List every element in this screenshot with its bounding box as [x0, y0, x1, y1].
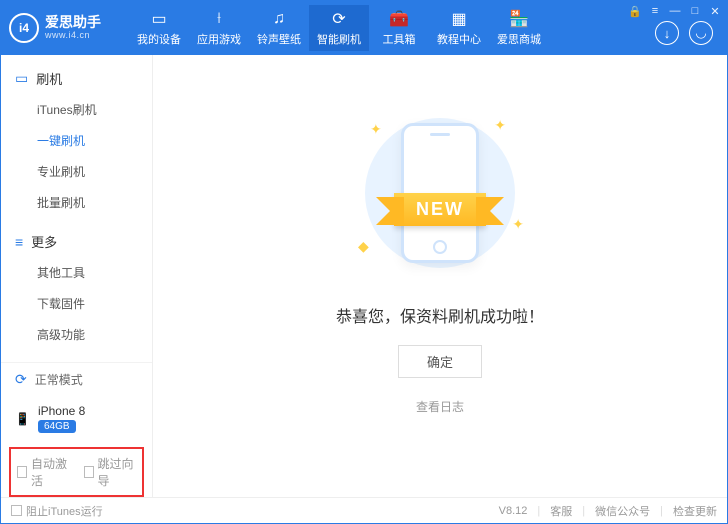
sidebar-item[interactable]: 批量刷机	[1, 187, 152, 218]
nav-icon: ▭	[129, 9, 189, 29]
support-link[interactable]: 客服	[550, 503, 572, 519]
nav-label: 铃声壁纸	[249, 31, 309, 47]
sidebar-mode[interactable]: ⟳ 正常模式	[1, 362, 152, 396]
main-panel: ✦ ✦ ◆ ✦ NEW 恭喜您，保资料刷机成功啦！ 确定 查看日志	[153, 55, 727, 497]
nav-6[interactable]: 🏪 爱思商城	[489, 5, 549, 51]
nav-3[interactable]: ⟳ 智能刷机	[309, 5, 369, 51]
top-nav: ▭ 我的设备⟊ 应用游戏♫ 铃声壁纸⟳ 智能刷机🧰 工具箱▦ 教程中心🏪 爱思商城	[129, 5, 655, 51]
nav-2[interactable]: ♫ 铃声壁纸	[249, 5, 309, 51]
nav-label: 爱思商城	[489, 31, 549, 47]
ok-button[interactable]: 确定	[398, 345, 482, 378]
nav-icon: ♫	[249, 9, 309, 29]
mode-label: 正常模式	[35, 371, 83, 388]
refresh-icon: ⟳	[15, 371, 27, 388]
device-storage-badge: 64GB	[38, 420, 76, 433]
menu-icon[interactable]: ≡	[649, 5, 661, 17]
sidebar-item[interactable]: 高级功能	[1, 319, 152, 350]
device-name: iPhone 8	[38, 404, 85, 418]
nav-icon: 🏪	[489, 9, 549, 29]
nav-label: 教程中心	[429, 31, 489, 47]
close-icon[interactable]: ✕	[709, 5, 721, 17]
logo-area: i4 爱思助手 www.i4.cn	[9, 13, 129, 43]
block-itunes-checkbox[interactable]: 阻止iTunes运行	[11, 503, 103, 519]
highlighted-options: 自动激活 跳过向导	[9, 447, 144, 497]
nav-label: 我的设备	[129, 31, 189, 47]
sidebar: ▭刷机iTunes刷机一键刷机专业刷机批量刷机 ≡更多其他工具下载固件高级功能 ⟳…	[1, 55, 153, 497]
sidebar-device[interactable]: 📱 iPhone 8 64GB	[1, 396, 152, 441]
nav-label: 工具箱	[369, 31, 429, 47]
nav-label: 智能刷机	[309, 31, 369, 47]
sidebar-item[interactable]: 下载固件	[1, 288, 152, 319]
maximize-icon[interactable]: □	[689, 5, 701, 17]
logo-icon: i4	[9, 13, 39, 43]
success-message: 恭喜您，保资料刷机成功啦！	[336, 303, 544, 327]
skip-guide-checkbox[interactable]: 跳过向导	[84, 455, 137, 489]
sidebar-group-head[interactable]: ≡更多	[1, 226, 152, 257]
wechat-link[interactable]: 微信公众号	[595, 503, 650, 519]
user-icon[interactable]: ◡	[689, 21, 713, 45]
sidebar-item[interactable]: 专业刷机	[1, 156, 152, 187]
new-ribbon: NEW	[394, 193, 486, 226]
brand-subtitle: www.i4.cn	[45, 31, 101, 41]
minimize-icon[interactable]: ―	[669, 5, 681, 17]
nav-label: 应用游戏	[189, 31, 249, 47]
sidebar-item[interactable]: 一键刷机	[1, 125, 152, 156]
title-bar: i4 爱思助手 www.i4.cn ▭ 我的设备⟊ 应用游戏♫ 铃声壁纸⟳ 智能刷机🧰 工…	[1, 1, 727, 55]
sidebar-item[interactable]: 其他工具	[1, 257, 152, 288]
brand-name: 爱思助手	[45, 15, 101, 30]
nav-0[interactable]: ▭ 我的设备	[129, 5, 189, 51]
nav-5[interactable]: ▦ 教程中心	[429, 5, 489, 51]
nav-icon: 🧰	[369, 9, 429, 29]
group-icon: ▭	[15, 70, 28, 87]
version-label: V8.12	[499, 505, 528, 517]
success-illustration: ✦ ✦ ◆ ✦ NEW	[340, 113, 540, 273]
auto-activate-checkbox[interactable]: 自动激活	[17, 455, 70, 489]
nav-1[interactable]: ⟊ 应用游戏	[189, 5, 249, 51]
lock-icon[interactable]: 🔒	[629, 5, 641, 17]
sidebar-group-head[interactable]: ▭刷机	[1, 63, 152, 94]
check-update-link[interactable]: 检查更新	[673, 503, 717, 519]
phone-icon: 📱	[15, 412, 30, 426]
window-controls: 🔒 ≡ ― □ ✕	[629, 5, 721, 17]
status-bar: 阻止iTunes运行 V8.12 | 客服 | 微信公众号 | 检查更新	[1, 497, 727, 523]
download-icon[interactable]: ↓	[655, 21, 679, 45]
nav-icon: ⟳	[309, 9, 369, 29]
nav-4[interactable]: 🧰 工具箱	[369, 5, 429, 51]
nav-icon: ▦	[429, 9, 489, 29]
nav-icon: ⟊	[189, 9, 249, 29]
group-icon: ≡	[15, 234, 23, 250]
view-log-link[interactable]: 查看日志	[416, 398, 464, 415]
sidebar-item[interactable]: iTunes刷机	[1, 94, 152, 125]
